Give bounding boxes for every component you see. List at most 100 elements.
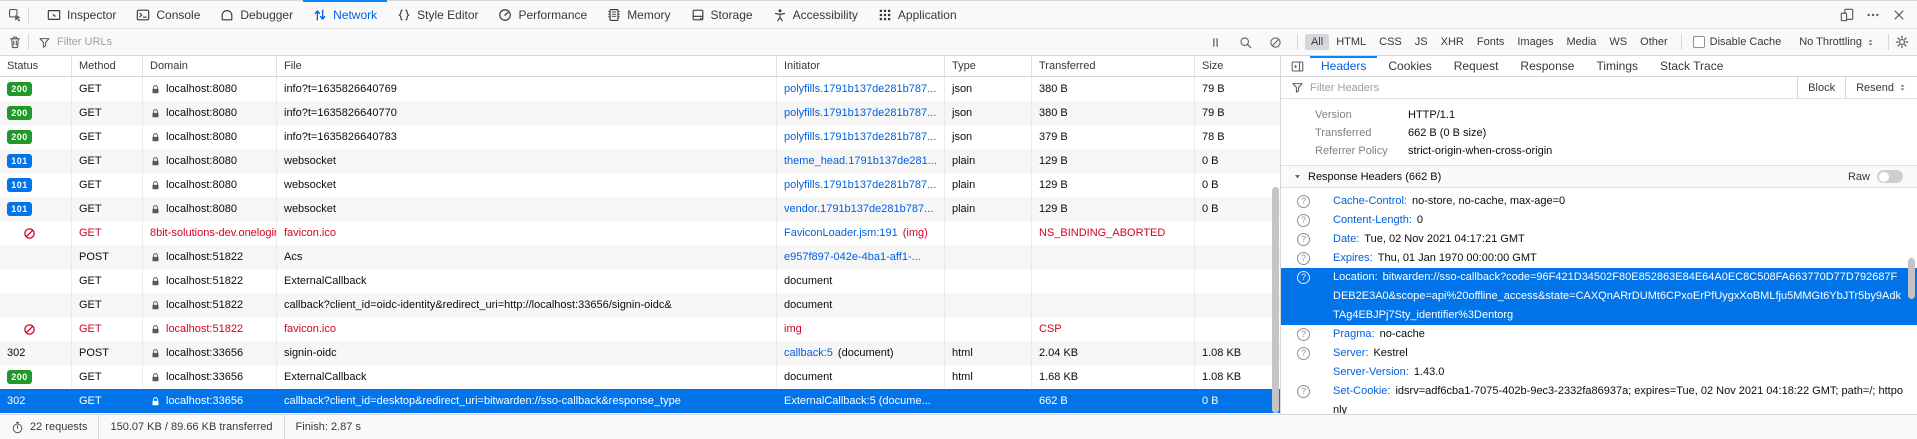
- devtools-tab-memory[interactable]: Memory: [597, 1, 680, 28]
- responsive-design-icon[interactable]: [1837, 5, 1857, 25]
- status-badge: 101: [7, 202, 32, 216]
- request-list-scrollbar[interactable]: [1272, 187, 1279, 413]
- filter-type-other[interactable]: Other: [1634, 34, 1674, 50]
- header-value: Kestrel: [1373, 347, 1407, 359]
- header-row-content-length[interactable]: ?Content-Length:0: [1281, 211, 1917, 230]
- request-row[interactable]: 200GETlocalhost:8080info?t=1635826640769…: [0, 77, 1280, 101]
- request-row[interactable]: 302POSTlocalhost:33656signin-oidccallbac…: [0, 341, 1280, 365]
- resend-button[interactable]: Resend: [1845, 77, 1917, 98]
- disable-cache-checkbox[interactable]: Disable Cache: [1685, 36, 1790, 48]
- filter-type-media[interactable]: Media: [1560, 34, 1602, 50]
- filter-type-js[interactable]: JS: [1409, 34, 1434, 50]
- status-cell: 200: [0, 365, 72, 389]
- panel-toggle-icon[interactable]: [1287, 56, 1307, 76]
- devtools-tab-storage[interactable]: Storage: [681, 1, 763, 28]
- request-row[interactable]: 200GETlocalhost:8080info?t=1635826640770…: [0, 101, 1280, 125]
- help-icon[interactable]: ?: [1297, 347, 1310, 360]
- column-header-file[interactable]: File: [277, 56, 777, 76]
- request-row[interactable]: 101GETlocalhost:8080websocketvendor.1791…: [0, 197, 1280, 221]
- help-icon[interactable]: ?: [1297, 195, 1310, 208]
- node-picker-icon[interactable]: [5, 5, 25, 25]
- header-row-server-version[interactable]: Server-Version:1.43.0: [1281, 363, 1917, 382]
- request-row[interactable]: 101GETlocalhost:8080websocketpolyfills.1…: [0, 173, 1280, 197]
- filter-type-images[interactable]: Images: [1511, 34, 1559, 50]
- method-cell: GET: [72, 317, 143, 341]
- detail-tab-headers[interactable]: Headers: [1310, 56, 1377, 76]
- network-settings-gear-icon[interactable]: [1892, 32, 1912, 52]
- summary-value: strict-origin-when-cross-origin: [1408, 144, 1552, 159]
- request-row[interactable]: 302GETlocalhost:33656callback?client_id=…: [0, 389, 1280, 413]
- initiator-cell: FaviconLoader.jsm:191 (img): [777, 221, 945, 245]
- devtools-tab-network[interactable]: Network: [303, 1, 387, 28]
- help-icon[interactable]: ?: [1297, 271, 1310, 284]
- request-row[interactable]: 200GETlocalhost:33656ExternalCallbackdoc…: [0, 365, 1280, 389]
- detail-tab-request[interactable]: Request: [1443, 56, 1510, 76]
- request-blocking-icon[interactable]: [1266, 32, 1286, 52]
- meatball-menu-icon[interactable]: [1863, 5, 1883, 25]
- column-header-domain[interactable]: Domain: [143, 56, 277, 76]
- domain-cell: localhost:33656: [143, 365, 277, 389]
- devtools-tab-performance[interactable]: Performance: [488, 1, 597, 28]
- help-icon[interactable]: ?: [1297, 328, 1310, 341]
- devtools-tab-console[interactable]: Console: [126, 1, 210, 28]
- column-header-method[interactable]: Method: [72, 56, 143, 76]
- request-row[interactable]: 101GETlocalhost:8080websockettheme_head.…: [0, 149, 1280, 173]
- request-row[interactable]: GETlocalhost:51822favicon.icoimgCSP: [0, 317, 1280, 341]
- detail-panel-scrollbar[interactable]: [1908, 258, 1915, 299]
- request-row[interactable]: POSTlocalhost:51822Acse957f897-042e-4ba1…: [0, 245, 1280, 269]
- devtools-tab-inspector[interactable]: Inspector: [37, 1, 126, 28]
- lock-icon: [150, 252, 161, 263]
- clear-requests-button[interactable]: [5, 32, 25, 52]
- devtools-tab-style-editor[interactable]: Style Editor: [387, 1, 488, 28]
- filter-type-css[interactable]: CSS: [1373, 34, 1408, 50]
- memory-icon: [607, 8, 621, 22]
- funnel-icon: [38, 36, 51, 49]
- request-row[interactable]: GETlocalhost:51822callback?client_id=oid…: [0, 293, 1280, 317]
- request-row[interactable]: GET8bit-solutions-dev.onelogin....favico…: [0, 221, 1280, 245]
- throttling-dropdown[interactable]: No Throttling: [1789, 36, 1885, 48]
- filter-headers-input[interactable]: Filter Headers: [1310, 82, 1379, 94]
- help-icon[interactable]: ?: [1297, 252, 1310, 265]
- header-row-server[interactable]: ?Server:Kestrel: [1281, 344, 1917, 363]
- help-icon[interactable]: ?: [1297, 385, 1310, 398]
- help-icon[interactable]: ?: [1297, 214, 1310, 227]
- devtools-tab-application[interactable]: Application: [868, 1, 967, 28]
- devtools-tab-accessibility[interactable]: Accessibility: [763, 1, 868, 28]
- column-header-transferred[interactable]: Transferred: [1032, 56, 1195, 76]
- header-row-cache-control[interactable]: ?Cache-Control:no-store, no-cache, max-a…: [1281, 192, 1917, 211]
- filter-type-fonts[interactable]: Fonts: [1471, 34, 1511, 50]
- filter-type-all[interactable]: All: [1305, 34, 1329, 50]
- detail-tab-timings[interactable]: Timings: [1585, 56, 1649, 76]
- detail-tab-cookies[interactable]: Cookies: [1377, 56, 1442, 76]
- filter-type-html[interactable]: HTML: [1330, 34, 1372, 50]
- detail-tab-response[interactable]: Response: [1509, 56, 1585, 76]
- size-text: 0 B: [1202, 155, 1219, 167]
- header-row-location[interactable]: ?Location:bitwarden://sso-callback?code=…: [1281, 268, 1917, 325]
- method-text: GET: [79, 131, 102, 143]
- status-cell: 302: [0, 341, 72, 365]
- block-button[interactable]: Block: [1797, 77, 1845, 98]
- request-row[interactable]: 200GETlocalhost:8080info?t=1635826640783…: [0, 125, 1280, 149]
- header-row-pragma[interactable]: ?Pragma:no-cache: [1281, 325, 1917, 344]
- filter-type-ws[interactable]: WS: [1603, 34, 1633, 50]
- help-icon[interactable]: ?: [1297, 233, 1310, 246]
- column-header-initiator[interactable]: Initiator: [777, 56, 945, 76]
- raw-toggle[interactable]: Raw: [1848, 170, 1903, 183]
- request-list: StatusMethodDomainFileInitiatorTypeTrans…: [0, 56, 1280, 414]
- header-row-set-cookie[interactable]: ?Set-Cookie:idsrv=adf6cba1-7075-402b-9ec…: [1281, 382, 1917, 414]
- header-row-date[interactable]: ?Date:Tue, 02 Nov 2021 04:17:21 GMT: [1281, 230, 1917, 249]
- column-header-type[interactable]: Type: [945, 56, 1032, 76]
- response-headers-section[interactable]: Response Headers (662 B) Raw: [1281, 165, 1917, 188]
- close-icon[interactable]: [1889, 5, 1909, 25]
- column-header-status[interactable]: Status: [0, 56, 72, 76]
- filter-type-xhr[interactable]: XHR: [1435, 34, 1470, 50]
- search-icon[interactable]: [1236, 32, 1256, 52]
- initiator-cell: img: [777, 317, 945, 341]
- devtools-tab-debugger[interactable]: Debugger: [210, 1, 303, 28]
- request-row[interactable]: GETlocalhost:51822ExternalCallbackdocume…: [0, 269, 1280, 293]
- pause-traffic-icon[interactable]: [1206, 32, 1226, 52]
- header-row-expires[interactable]: ?Expires:Thu, 01 Jan 1970 00:00:00 GMT: [1281, 249, 1917, 268]
- detail-tab-stack-trace[interactable]: Stack Trace: [1649, 56, 1734, 76]
- filter-urls-input[interactable]: Filter URLs: [32, 36, 1198, 49]
- column-header-size[interactable]: Size: [1195, 56, 1280, 76]
